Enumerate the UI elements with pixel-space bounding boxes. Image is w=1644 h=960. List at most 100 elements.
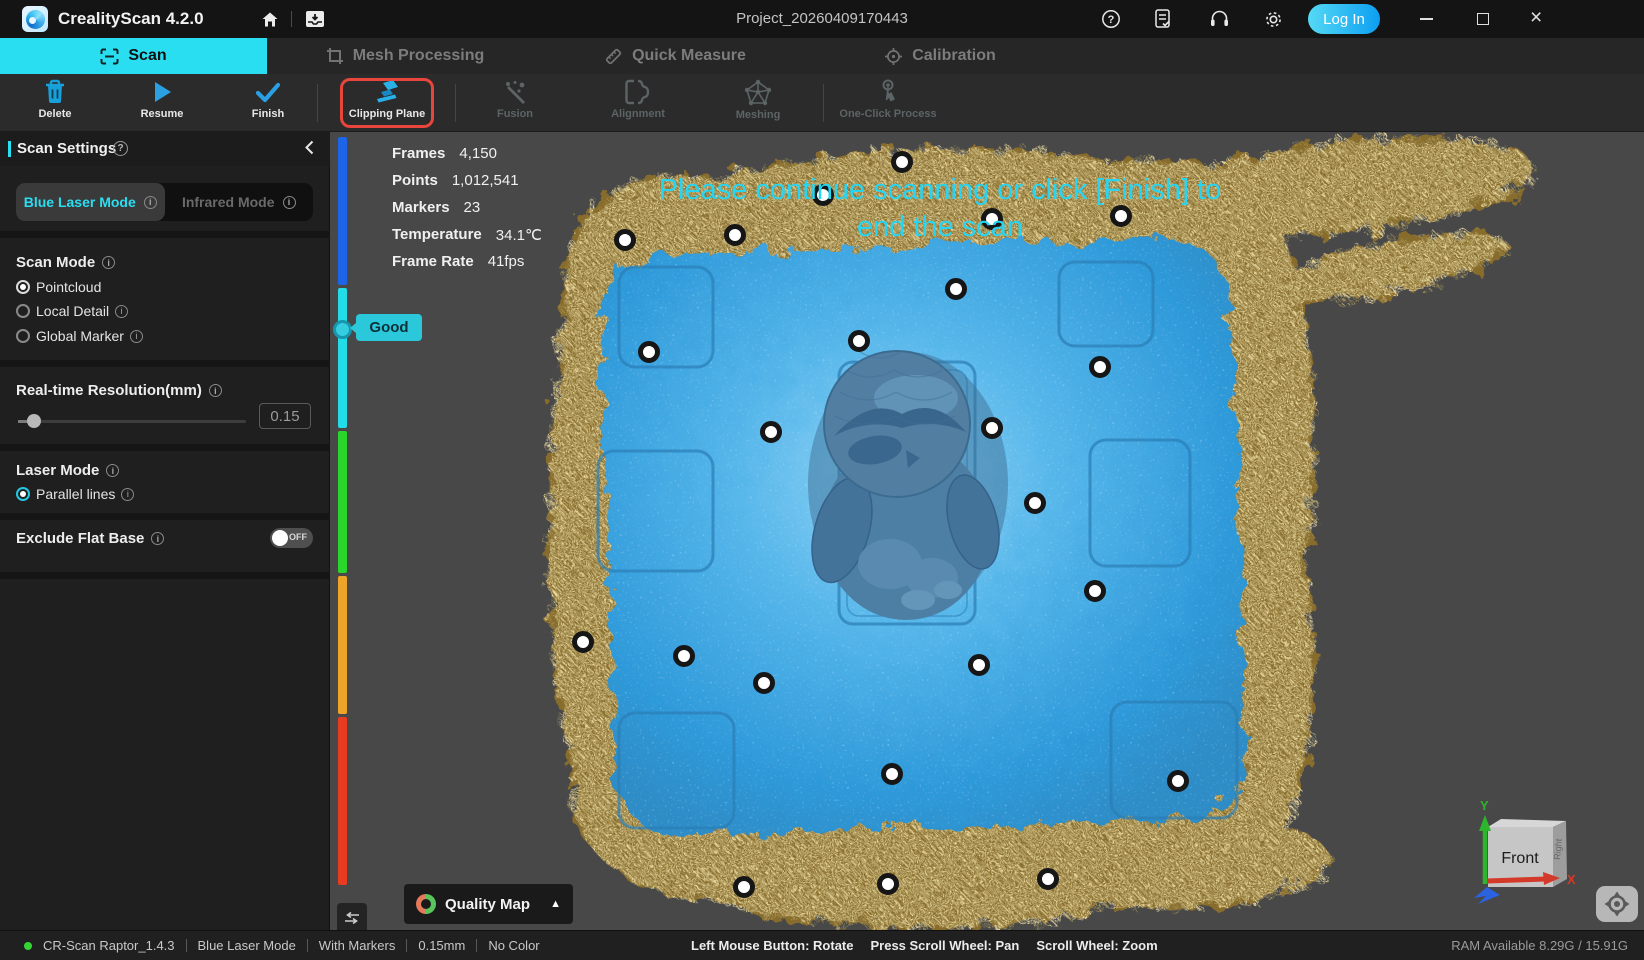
stat-temperature: Temperature34.1℃ [392,221,542,248]
panel-collapse-icon[interactable] [305,140,314,160]
support-headset-icon[interactable] [1207,8,1231,30]
login-button[interactable]: Log In [1308,4,1380,34]
orbit-control-icon [1604,891,1630,917]
one-click-label: One-Click Process [839,108,936,120]
window-maximize-button[interactable] [1477,13,1489,25]
window-minimize-button[interactable] [1420,18,1433,20]
info-icon[interactable]: i [121,488,134,501]
tab-calibration-label: Calibration [912,47,996,65]
tab-scan[interactable]: Scan [0,38,267,74]
exclude-flat-base-label: Exclude Flat Basei [16,530,164,547]
quality-bar [338,137,347,889]
clipping-plane-button[interactable]: Clipping Plane [335,79,439,120]
clipping-plane-icon [373,79,401,105]
fusion-label: Fusion [497,108,533,120]
y-axis-label: Y [1480,798,1489,813]
toggle-knob [272,530,288,546]
global-marker-label: Global Marker [36,328,124,344]
scan-marker [617,232,634,249]
toolbar-separator [455,84,456,122]
survey-icon[interactable] [1151,8,1175,30]
radio-icon [16,304,30,318]
radio-pointcloud[interactable]: Pointcloud [16,279,101,295]
scan-marker [815,187,832,204]
scan-marker [756,675,773,692]
radio-selected-icon [16,280,30,294]
toolbar-separator [317,84,318,122]
info-icon[interactable]: i [151,532,164,545]
scan-marker [1027,495,1044,512]
scan-marker [948,281,965,298]
scan-marker [676,648,693,665]
statusbar-left: CR-Scan Raptor_1.4.3 Blue Laser Mode Wit… [24,938,540,953]
scan-settings-help-icon[interactable]: ? [113,141,128,156]
one-click-process-button[interactable]: One-Click Process [836,79,940,120]
delete-label: Delete [38,108,71,120]
quality-bar-segment [338,576,347,714]
hint-pan: Press Scroll Wheel: Pan [870,938,1019,953]
stat-markers: Markers23 [392,194,542,221]
info-icon[interactable]: i [130,330,143,343]
parallel-lines-label: Parallel lines [36,486,115,502]
status-color: No Color [488,938,539,953]
mouse-hints: Left Mouse Button: Rotate Press Scroll W… [691,938,1158,953]
quality-bar-segment [338,288,347,428]
info-icon[interactable]: i [144,196,157,209]
scan-marker [641,344,658,361]
finish-button[interactable]: Finish [216,79,320,120]
scan-marker [894,154,911,171]
stat-frames: Frames4,150 [392,140,542,167]
scan-settings-title: Scan Settings [17,140,116,157]
scan-marker [727,227,744,244]
scan-marker [984,420,1001,437]
exclude-flat-base-toggle[interactable]: OFF [270,528,313,548]
meshing-button[interactable]: Meshing [706,79,810,121]
radio-parallel-lines[interactable]: Parallel lines i [16,486,134,502]
radio-local-detail[interactable]: Local Detail i [16,303,128,319]
scan-settings-header: Scan Settings ? [0,132,330,166]
3d-viewport[interactable]: Front Right Y X Frames4,150 Points1,012,… [330,132,1644,930]
one-click-icon [876,79,900,105]
trash-icon [43,79,67,105]
meshing-label: Meshing [736,109,781,121]
blue-laser-mode-button[interactable]: Blue Laser Mode i [16,183,165,221]
info-icon[interactable]: i [106,464,119,477]
meshing-icon [744,79,772,106]
quality-bar-segment [338,137,347,285]
window-close-button[interactable]: × [1530,5,1542,31]
radio-global-marker[interactable]: Global Marker i [16,328,143,344]
quality-badge: Good [356,314,422,341]
swap-view-button[interactable] [337,903,367,930]
blue-laser-mode-label: Blue Laser Mode [24,194,136,210]
quality-map-dropdown[interactable]: Quality Map ▲ [404,884,573,924]
scan-marker [1092,359,1109,376]
settings-gear-icon[interactable] [1261,8,1285,30]
tab-mesh-processing[interactable]: Mesh Processing [300,38,510,74]
scan-toolbar: Delete Resume Finish Clipping Plane Fusi… [0,74,1644,132]
info-icon[interactable]: i [102,256,115,269]
check-icon [254,79,282,105]
scan-marker [884,766,901,783]
info-icon[interactable]: i [115,305,128,318]
resume-button[interactable]: Resume [110,79,214,120]
scan-marker [736,879,753,896]
orientation-gizmo[interactable]: Front Right Y X [1474,798,1576,904]
section-divider [0,231,330,238]
fusion-button[interactable]: Fusion [463,79,567,120]
scan-settings-panel: Scan Settings ? Blue Laser Mode i Infrar… [0,132,330,930]
info-icon[interactable]: i [209,384,222,397]
tab-quick-measure[interactable]: Quick Measure [590,38,760,74]
view-navigation-button[interactable] [1596,886,1638,922]
scan-marker [880,876,897,893]
slider-handle[interactable] [27,414,41,428]
alignment-button[interactable]: Alignment [586,79,690,120]
resolution-label: Real-time Resolution(mm)i [16,382,222,399]
tab-calibration[interactable]: Calibration [860,38,1020,74]
info-icon[interactable]: i [283,196,296,209]
scan-marker [971,657,988,674]
delete-button[interactable]: Delete [3,79,107,120]
resolution-value-field[interactable]: 0.15 [259,403,311,429]
resolution-slider[interactable] [18,420,246,423]
infrared-mode-button[interactable]: Infrared Mode i [165,183,314,221]
help-icon[interactable]: ? [1099,8,1123,30]
